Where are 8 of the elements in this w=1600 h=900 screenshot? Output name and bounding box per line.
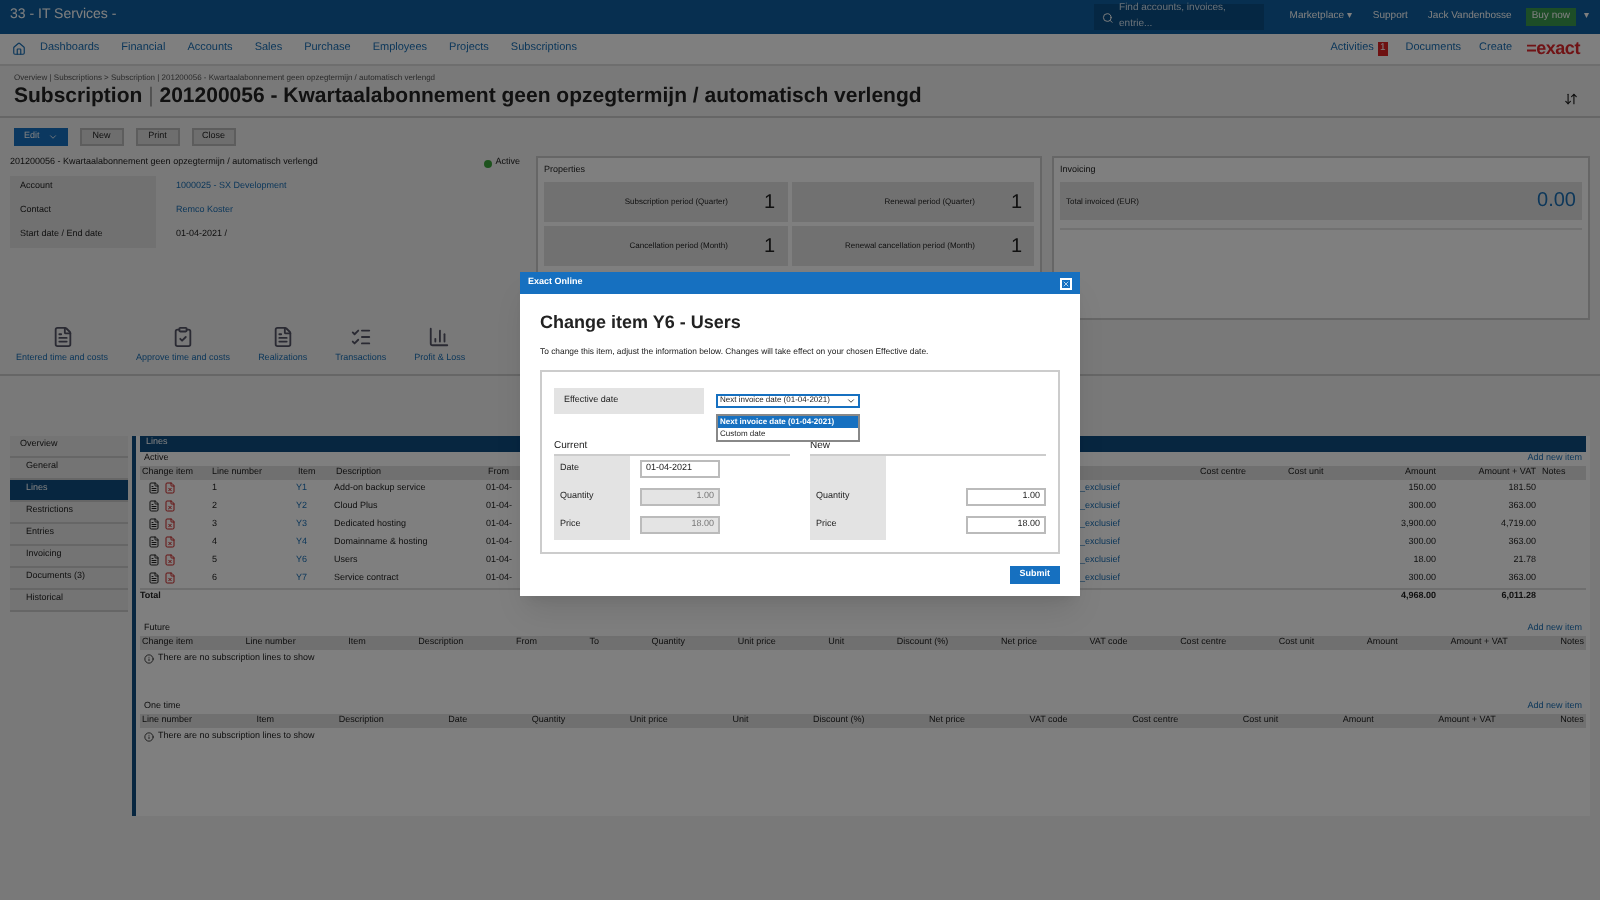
page-title: Subscription | 201200056 - Kwartaalabonnement geen opzegtermijn / automatisch verlengd	[14, 86, 924, 107]
dialog-heading: Change item Y6 - Users	[540, 310, 743, 336]
tile-value: 1	[1010, 189, 1022, 218]
exact-logo[interactable]: =exact	[1526, 35, 1580, 63]
tile-value: 1	[763, 189, 775, 218]
tile-value: 1	[763, 233, 775, 262]
total-value: 0.00	[1537, 188, 1576, 217]
tile-value: 1	[1010, 233, 1022, 262]
